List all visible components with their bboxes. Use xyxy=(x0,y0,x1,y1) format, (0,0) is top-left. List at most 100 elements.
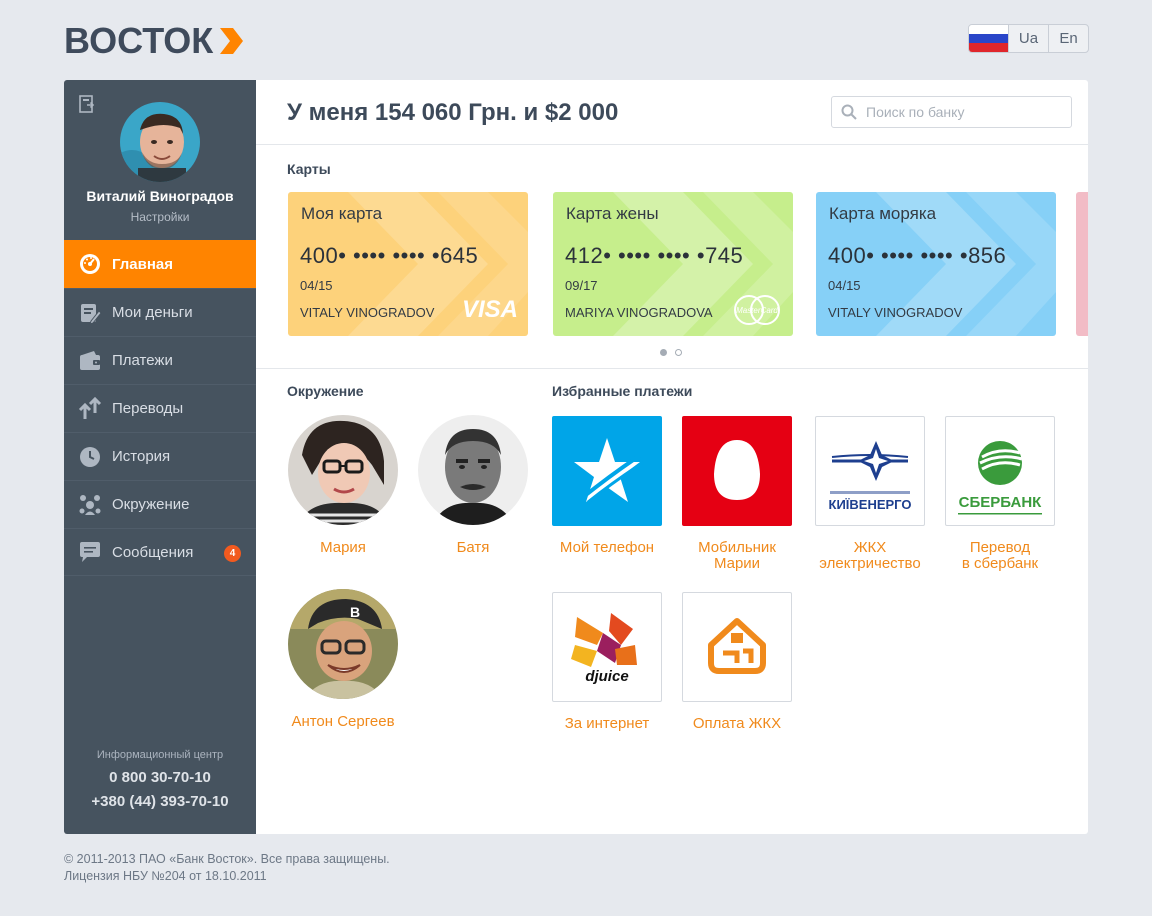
search-input[interactable] xyxy=(866,104,1066,120)
person-name: Мария xyxy=(320,539,366,556)
svg-text:СБЕРБАНК: СБЕРБАНК xyxy=(959,494,1042,511)
card-holder: MARIYA VINOGRADOVA xyxy=(565,305,713,320)
card-expiry: 09/17 xyxy=(565,278,598,293)
card-holder: VITALY VINOGRADOV xyxy=(828,305,963,320)
people-title: Окружение xyxy=(287,383,364,399)
cards-divider xyxy=(256,368,1088,369)
svg-text:djuice: djuice xyxy=(585,668,628,685)
search-box[interactable] xyxy=(831,96,1072,128)
language-switcher: Ua En xyxy=(968,24,1089,53)
menu-label: Переводы xyxy=(112,400,184,417)
kyivstar-star-logo xyxy=(552,416,662,526)
fav-label: Мой телефон xyxy=(559,539,655,556)
menu-label: Мои деньги xyxy=(112,304,193,321)
person-maria[interactable]: Мария xyxy=(278,415,408,556)
menu-item-home[interactable]: Главная xyxy=(64,240,256,288)
russian-flag-icon[interactable] xyxy=(969,25,1009,52)
menu-item-messages[interactable]: Сообщения 4 xyxy=(64,528,256,576)
card-number: 400• •••• •••• •856 xyxy=(828,243,1007,268)
card-number: 412• •••• •••• •745 xyxy=(565,243,744,268)
menu-label: Окружение xyxy=(112,496,190,513)
djuice-logo: djuice xyxy=(552,592,662,702)
sberbank-logo: СБЕРБАНК xyxy=(945,416,1055,526)
carousel-dot-2[interactable] xyxy=(675,349,682,356)
person-anton[interactable]: B Антон Сергеев xyxy=(278,589,408,730)
money-icon xyxy=(77,300,103,326)
person-photo xyxy=(288,415,398,525)
user-name: Виталий Виноградов xyxy=(86,188,234,204)
license-text: Лицензия НБУ №204 от 18.10.2011 xyxy=(64,869,267,883)
menu-label: Платежи xyxy=(112,352,173,369)
cards-title: Карты xyxy=(287,161,331,177)
header-divider xyxy=(256,144,1088,145)
menu-label: Сообщения xyxy=(112,543,194,561)
card-name: Карта жены xyxy=(566,204,659,223)
settings-link[interactable]: Настройки xyxy=(64,210,256,224)
menu-item-my-money[interactable]: Мои деньги xyxy=(64,288,256,336)
fav-sberbank-transfer[interactable]: СБЕРБАНК Перевод в сбербанк xyxy=(935,416,1065,572)
fav-electricity[interactable]: КИЇВЕНЕРГО ЖКХ электричество xyxy=(805,416,935,572)
fav-mobile-maria[interactable]: Мобильник Марии xyxy=(672,416,802,572)
kyivenergo-logo: КИЇВЕНЕРГО xyxy=(815,416,925,526)
bank-logo[interactable]: ВОСТОК xyxy=(64,20,244,61)
fav-label: За интернет xyxy=(564,715,650,732)
people-icon xyxy=(77,492,103,518)
message-icon xyxy=(77,539,103,565)
visa-logo: VISA xyxy=(461,296,518,323)
fav-internet[interactable]: djuice За интернет xyxy=(542,592,672,732)
logo-text: ВОСТОК xyxy=(64,20,214,61)
svg-text:КИЇВЕНЕРГО: КИЇВЕНЕРГО xyxy=(829,497,912,512)
info-phone-2[interactable]: +380 (44) 393-70-10 xyxy=(64,793,256,810)
menu-label: Главная xyxy=(112,255,174,273)
fav-my-phone[interactable]: Мой телефон xyxy=(542,416,672,556)
wallet-icon xyxy=(77,348,103,374)
unread-badge: 4 xyxy=(224,545,241,562)
person-photo: B xyxy=(288,589,398,699)
search-icon xyxy=(832,97,866,127)
lang-en[interactable]: En xyxy=(1048,25,1088,52)
dashboard-icon xyxy=(77,251,103,277)
favorites-title: Избранные платежи xyxy=(552,383,693,399)
copyright-text: © 2011-2013 ПАО «Банк Восток». Все права… xyxy=(64,852,390,866)
house-utilities-logo xyxy=(682,592,792,702)
card-expiry: 04/15 xyxy=(828,278,861,293)
carousel-dot-1[interactable] xyxy=(660,349,667,356)
logo-arrow-icon xyxy=(220,28,244,54)
main-content: У меня 154 060 Грн. и $2 000 Карты Моя к… xyxy=(256,80,1088,834)
svg-text:B: B xyxy=(350,604,360,620)
fav-utilities[interactable]: Оплата ЖКХ xyxy=(672,592,802,732)
balance-heading: У меня 154 060 Грн. и $2 000 xyxy=(287,99,619,126)
card-holder: VITALY VINOGRADOV xyxy=(300,305,435,320)
person-name: Антон Сергеев xyxy=(291,713,395,730)
menu-item-people[interactable]: Окружение xyxy=(64,480,256,528)
fav-label: Мобильник Марии xyxy=(698,539,776,572)
lang-ua[interactable]: Ua xyxy=(1009,25,1048,52)
info-center-title: Информационный центр xyxy=(96,749,224,761)
card-next-peek[interactable] xyxy=(1076,192,1088,336)
fav-label: Перевод в сбербанк xyxy=(961,539,1039,572)
main-menu: Главная Мои деньги Платежи Переводы Исто… xyxy=(64,240,256,576)
person-name: Батя xyxy=(456,539,490,556)
person-batya[interactable]: Батя xyxy=(408,415,538,556)
svg-text:MasterCard: MasterCard xyxy=(736,306,778,315)
mastercard-logo: MasterCard xyxy=(734,295,780,325)
card-my[interactable]: Моя карта 400• •••• •••• •645 04/15 VITA… xyxy=(288,192,528,336)
menu-item-history[interactable]: История xyxy=(64,432,256,480)
mts-egg-logo xyxy=(682,416,792,526)
clock-icon xyxy=(77,444,103,470)
menu-label: История xyxy=(112,448,171,465)
user-avatar[interactable] xyxy=(120,102,200,182)
person-photo xyxy=(418,415,528,525)
fav-label: ЖКХ электричество xyxy=(819,539,921,572)
card-sailor[interactable]: Карта моряка 400• •••• •••• •856 04/15 V… xyxy=(816,192,1056,336)
card-name: Моя карта xyxy=(301,204,383,223)
sidebar: Виталий Виноградов Настройки Главная Мои… xyxy=(64,80,256,834)
info-phone-1[interactable]: 0 800 30-70-10 xyxy=(64,769,256,786)
card-wife[interactable]: Карта жены 412• •••• •••• •745 09/17 MAR… xyxy=(553,192,793,336)
logout-icon[interactable] xyxy=(78,94,98,114)
menu-item-payments[interactable]: Платежи xyxy=(64,336,256,384)
carousel-dots xyxy=(660,349,682,356)
card-number: 400• •••• •••• •645 xyxy=(300,243,479,268)
card-expiry: 04/15 xyxy=(300,278,333,293)
menu-item-transfers[interactable]: Переводы xyxy=(64,384,256,432)
